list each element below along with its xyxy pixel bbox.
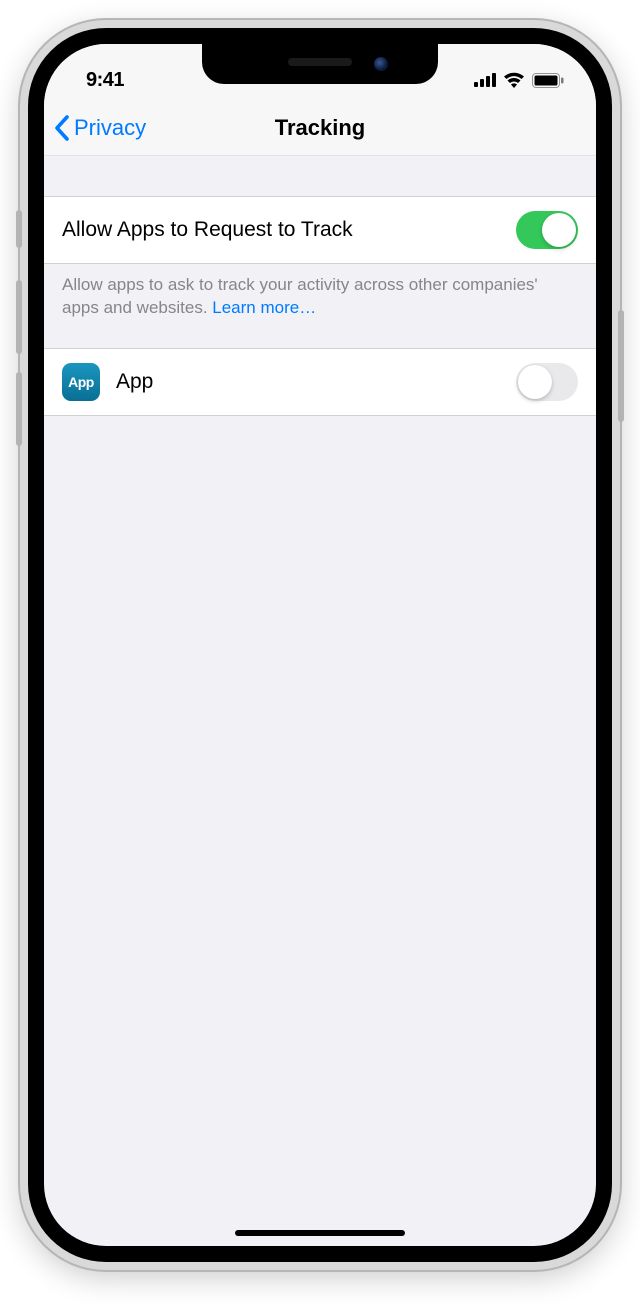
screen: 9:41 Privacy Tracking All (44, 44, 596, 1246)
status-icons (474, 72, 564, 88)
battery-icon (532, 73, 564, 88)
app-list-group: App App (44, 348, 596, 416)
status-time: 9:41 (86, 69, 124, 92)
app-cell: App App (44, 349, 596, 415)
device-frame: 9:41 Privacy Tracking All (20, 20, 620, 1270)
volume-up-button (16, 280, 22, 354)
allow-request-group: Allow Apps to Request to Track (44, 196, 596, 264)
home-indicator[interactable] (235, 1230, 405, 1236)
nav-bar: Privacy Tracking (44, 100, 596, 156)
back-label: Privacy (74, 115, 146, 141)
notch (202, 44, 438, 84)
app-name-label: App (116, 370, 500, 394)
learn-more-link[interactable]: Learn more… (212, 298, 316, 317)
app-icon: App (62, 363, 100, 401)
wifi-icon (503, 72, 525, 88)
allow-request-cell: Allow Apps to Request to Track (44, 197, 596, 263)
cellular-icon (474, 73, 496, 87)
allow-request-toggle[interactable] (516, 211, 578, 249)
speaker (288, 58, 352, 66)
content: Allow Apps to Request to Track Allow app… (44, 156, 596, 416)
power-button (618, 310, 624, 422)
volume-down-button (16, 372, 22, 446)
app-tracking-toggle[interactable] (516, 363, 578, 401)
toggle-knob (518, 365, 552, 399)
allow-request-label: Allow Apps to Request to Track (62, 218, 500, 242)
mute-switch (16, 210, 22, 248)
page-title: Tracking (275, 115, 365, 141)
front-camera (374, 57, 388, 71)
chevron-left-icon (54, 115, 70, 141)
back-button[interactable]: Privacy (54, 115, 146, 141)
allow-request-footer: Allow apps to ask to track your activity… (44, 264, 596, 348)
toggle-knob (542, 213, 576, 247)
